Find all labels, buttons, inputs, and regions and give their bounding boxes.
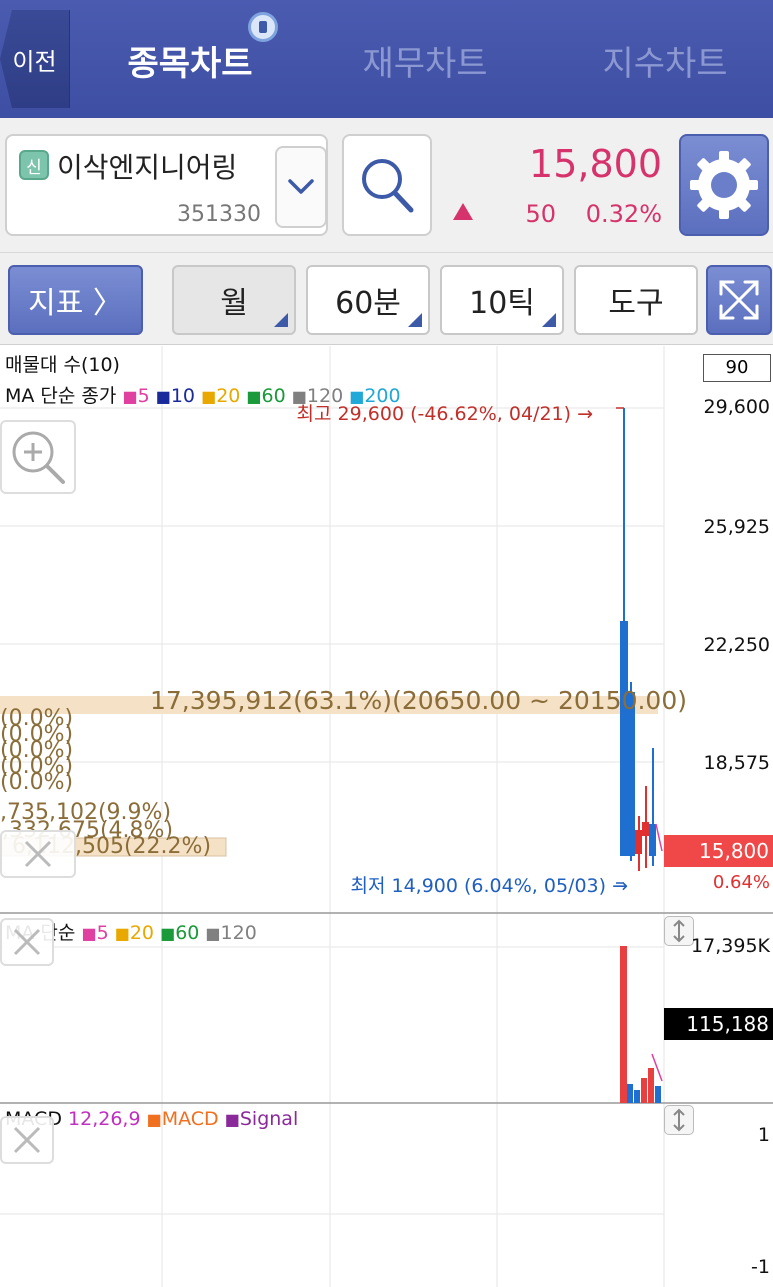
macd-legend-item: ■Signal bbox=[224, 1108, 299, 1130]
ma-legend-item: ■20 bbox=[201, 385, 241, 407]
ma-legend-item: ■10 bbox=[155, 385, 196, 407]
up-arrow-icon bbox=[453, 203, 473, 220]
y-axis-label: 29,600 bbox=[703, 396, 770, 418]
settings-button[interactable] bbox=[679, 134, 769, 236]
close-icon bbox=[13, 1126, 41, 1154]
volume-bar bbox=[634, 1090, 640, 1103]
current-percent-tag: 0.64% bbox=[712, 872, 770, 893]
app-root: 이전 종목차트 재무차트 지수차트 신 이삭엔지니어링 351330 15,80… bbox=[0, 0, 773, 1287]
volume-legend-item: ■20 bbox=[114, 922, 155, 944]
volume-legend-item: ■120 bbox=[205, 922, 257, 944]
stock-selector[interactable]: 신 이삭엔지니어링 351330 bbox=[5, 134, 328, 236]
chart-area[interactable]: 매물대 수(10) MA 단순 종가 ■5 ■10 ■20 ■60 ■120 ■… bbox=[0, 346, 773, 1287]
close-icon bbox=[24, 840, 52, 868]
volume-bar bbox=[641, 1078, 647, 1103]
current-volume-tag: 115,188 bbox=[664, 1008, 773, 1040]
tab-index-chart[interactable]: 지수차트 bbox=[575, 30, 755, 90]
resize-vertical-icon bbox=[673, 1108, 685, 1132]
candle bbox=[620, 621, 628, 856]
volume-bar bbox=[620, 946, 627, 1103]
volume-profile-main-label: 17,395,912(63.1%)(20650.00 ~ 20150.00) bbox=[150, 686, 687, 715]
candle bbox=[627, 692, 635, 856]
macd-bottom-label: -1 bbox=[751, 1256, 770, 1278]
macd-top-label: 1 bbox=[757, 1124, 770, 1146]
volume-bar bbox=[627, 1084, 633, 1103]
candle bbox=[642, 822, 649, 836]
period-10tick-button[interactable]: 10틱 bbox=[440, 265, 564, 335]
resize-volume-pane-button[interactable] bbox=[664, 916, 694, 946]
volume-legend-item: ■5 bbox=[81, 922, 109, 944]
y-axis-label: 18,575 bbox=[703, 752, 770, 774]
period-60min-button[interactable]: 60분 bbox=[306, 265, 430, 335]
volume-profile-title: 매물대 수(10) bbox=[5, 354, 120, 376]
chart-toolbar: 지표 〉 월 60분 10틱 도구 bbox=[0, 253, 773, 345]
period-month-label: 월 bbox=[220, 286, 248, 321]
close-volume-pane-button[interactable] bbox=[0, 918, 54, 966]
back-button[interactable]: 이전 bbox=[0, 10, 70, 108]
stock-name: 이삭엔지니어링 bbox=[57, 151, 238, 184]
resize-vertical-icon bbox=[673, 919, 685, 943]
y-axis-label: 22,250 bbox=[703, 634, 770, 656]
price-change-amount: 50 bbox=[525, 200, 556, 228]
ma-legend-label: MA 단순 종가 bbox=[5, 385, 117, 407]
ma-legend-item: ■60 bbox=[246, 385, 286, 407]
close-macd-pane-button[interactable] bbox=[0, 1116, 54, 1164]
macd-legend-item: ■MACD bbox=[146, 1108, 219, 1130]
close-volume-profile-button[interactable] bbox=[0, 830, 76, 878]
search-button[interactable] bbox=[342, 134, 432, 236]
macd-params: 12,26,9 bbox=[68, 1108, 141, 1130]
new-listing-badge: 신 bbox=[19, 150, 49, 180]
stock-info-row: 신 이삭엔지니어링 351330 15,800 50 0.32% bbox=[0, 118, 773, 253]
candle bbox=[649, 824, 656, 856]
period-month-button[interactable]: 월 bbox=[172, 265, 296, 335]
resize-macd-pane-button[interactable] bbox=[664, 1105, 694, 1135]
volume-bar bbox=[655, 1086, 661, 1103]
expand-icon bbox=[719, 280, 759, 320]
current-price-tag: 15,800 bbox=[664, 835, 773, 867]
chevron-down-icon bbox=[288, 179, 314, 194]
period-10tick-label: 10틱 bbox=[469, 286, 535, 321]
period-60min-label: 60분 bbox=[335, 286, 401, 321]
close-icon bbox=[13, 928, 41, 956]
ma-line bbox=[655, 823, 663, 852]
data-count-box[interactable]: 90 bbox=[703, 354, 771, 382]
gear-icon bbox=[690, 151, 758, 219]
top-nav-bar: 이전 종목차트 재무차트 지수차트 bbox=[0, 0, 773, 118]
volume-bars bbox=[620, 946, 663, 1103]
tab-financial-chart[interactable]: 재무차트 bbox=[340, 30, 510, 90]
volume-profile-label: 0(0.0%) bbox=[0, 770, 74, 795]
volume-legend-item: ■60 bbox=[160, 922, 200, 944]
tools-button[interactable]: 도구 bbox=[574, 265, 698, 335]
stock-dropdown-button[interactable] bbox=[275, 146, 327, 228]
zoom-in-button[interactable] bbox=[0, 420, 76, 494]
candle bbox=[635, 830, 642, 854]
low-price-label: 최저 14,900 (6.04%, 05/03) → bbox=[350, 875, 629, 897]
price-change-percent: 0.32% bbox=[585, 200, 662, 228]
candles bbox=[620, 408, 663, 871]
zoom-in-icon bbox=[12, 431, 65, 484]
current-price: 15,800 bbox=[529, 142, 662, 186]
high-price-label: 최고 29,600 (-46.62%, 04/21) → bbox=[296, 403, 593, 425]
fullscreen-button[interactable] bbox=[706, 265, 772, 335]
corner-triangle-icon bbox=[274, 313, 288, 327]
indicator-button[interactable]: 지표 〉 bbox=[8, 265, 143, 335]
volume-bar bbox=[648, 1068, 654, 1103]
y-axis-label: 25,925 bbox=[703, 516, 770, 538]
search-icon bbox=[362, 159, 414, 213]
volume-max-label: 17,395K bbox=[691, 935, 770, 957]
corner-triangle-icon bbox=[542, 313, 556, 327]
sync-icon[interactable] bbox=[248, 12, 278, 42]
corner-triangle-icon bbox=[408, 313, 422, 327]
ma-legend-item: ■5 bbox=[122, 385, 150, 407]
stock-code: 351330 bbox=[177, 202, 261, 227]
